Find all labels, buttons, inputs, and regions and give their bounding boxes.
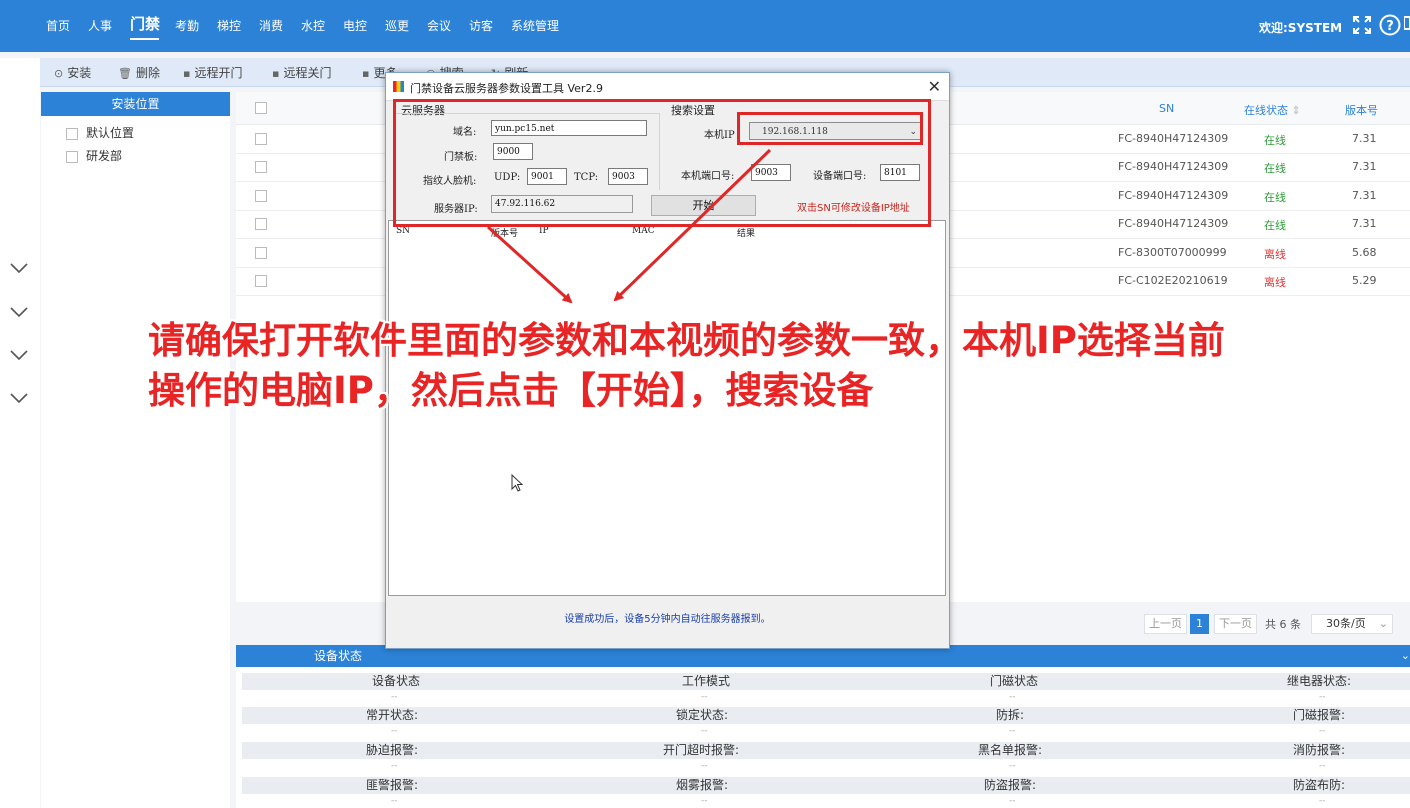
caption-line-2: 操作的电脑IP，然后点击【开始】，搜索设备 [148, 369, 874, 412]
annotation-arrow [613, 148, 772, 302]
annotation-arrow [486, 225, 573, 304]
mouse-cursor-icon [511, 473, 524, 496]
caption-line-1: 请确保打开软件里面的参数和本视频的参数一致，本机IP选择当前 [148, 319, 1225, 362]
tutorial-caption: 请确保打开软件里面的参数和本视频的参数一致，本机IP选择当前 操作的电脑IP，然… [148, 316, 1348, 416]
